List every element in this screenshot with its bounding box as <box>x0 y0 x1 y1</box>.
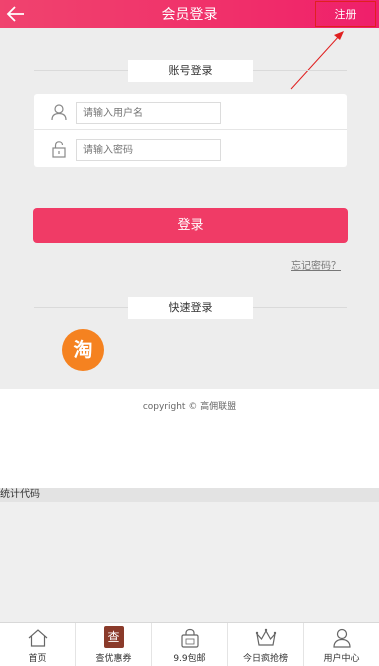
top-bar: 会员登录 注册 <box>0 0 379 28</box>
tab-label: 查优惠券 <box>95 654 132 664</box>
bag-icon <box>180 628 199 648</box>
bottom-tab-bar: 首页 查 查优惠券 9.9包邮 今日疯抢榜 用户中心 <box>0 622 379 666</box>
user-icon <box>332 628 351 648</box>
register-button[interactable]: 注册 <box>315 1 376 27</box>
password-row <box>34 131 347 167</box>
crown-icon <box>255 628 276 646</box>
tab-daily-rush[interactable]: 今日疯抢榜 <box>228 623 304 666</box>
tab-user-center[interactable]: 用户中心 <box>304 623 379 666</box>
tab-label: 首页 <box>28 654 47 664</box>
tab-free-shipping[interactable]: 9.9包邮 <box>152 623 228 666</box>
tab-coupon-search[interactable]: 查 查优惠券 <box>76 623 152 666</box>
tab-label: 今日疯抢榜 <box>242 654 288 664</box>
quick-login-label: 快速登录 <box>128 297 253 319</box>
stats-code-label: 统计代码 <box>0 488 379 502</box>
user-icon <box>51 104 67 121</box>
username-input[interactable] <box>76 102 221 124</box>
account-login-label: 账号登录 <box>128 60 253 82</box>
login-form-card <box>34 94 347 167</box>
username-row <box>34 94 347 130</box>
taobao-login-button[interactable]: 淘 <box>62 329 104 371</box>
tab-label: 用户中心 <box>323 654 360 664</box>
password-input[interactable] <box>76 139 221 161</box>
coupon-search-icon: 查 <box>103 626 124 648</box>
forgot-password-link[interactable]: 忘记密码？ <box>291 257 341 272</box>
lock-icon <box>52 141 66 158</box>
login-button[interactable]: 登录 <box>33 208 348 243</box>
empty-area <box>0 502 379 623</box>
copyright-text: copyright © 高佣联盟 <box>142 402 237 412</box>
tab-label: 9.9包邮 <box>173 654 206 664</box>
home-icon <box>28 629 47 647</box>
tab-home[interactable]: 首页 <box>0 623 76 666</box>
